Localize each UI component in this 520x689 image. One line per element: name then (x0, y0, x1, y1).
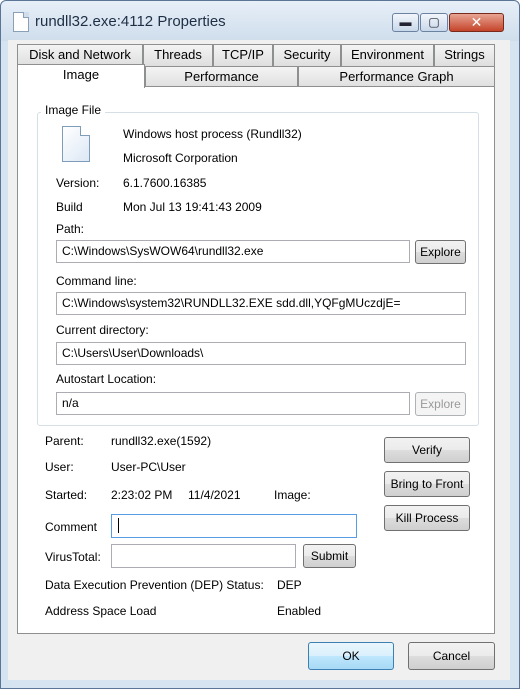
explore-path-button[interactable]: Explore (415, 240, 466, 264)
comment-input[interactable] (111, 514, 357, 538)
version-label: Version: (56, 176, 100, 190)
tab-threads[interactable]: Threads (143, 44, 213, 66)
user-value: User-PC\User (111, 460, 186, 474)
dep-status-value: DEP (277, 578, 302, 592)
tab-disk-and-network[interactable]: Disk and Network (17, 44, 143, 66)
virustotal-label: VirusTotal: (45, 550, 101, 564)
window-title: rundll32.exe:4112 Properties (35, 13, 226, 30)
file-icon (62, 126, 90, 162)
aslr-label: Address Space Load (45, 604, 157, 618)
verify-button[interactable]: Verify (384, 437, 470, 463)
image-file-group-label: Image File (41, 103, 106, 117)
bring-to-front-button[interactable]: Bring to Front (384, 471, 470, 497)
kill-process-button[interactable]: Kill Process (384, 505, 470, 531)
autostart-label: Autostart Location: (56, 372, 157, 386)
minimize-button[interactable]: ▬ (392, 13, 419, 32)
tab-security[interactable]: Security (273, 44, 341, 66)
tab-performance[interactable]: Performance (145, 66, 298, 88)
path-field[interactable]: C:\Windows\SysWOW64\rundll32.exe (56, 240, 410, 263)
cancel-button[interactable]: Cancel (408, 642, 495, 670)
parent-value: rundll32.exe(1592) (111, 434, 212, 448)
current-directory-label: Current directory: (56, 323, 149, 337)
path-label: Path: (56, 222, 85, 236)
image-type-label: Image: (274, 488, 311, 502)
tab-image[interactable]: Image (17, 64, 145, 88)
user-label: User: (45, 460, 74, 474)
submit-button[interactable]: Submit (303, 544, 356, 568)
started-label: Started: (45, 488, 88, 502)
tab-strings[interactable]: Strings (434, 44, 495, 66)
started-date: 11/4/2021 (188, 488, 241, 502)
title-bar[interactable]: rundll32.exe:4112 Properties ▬ ▢ ✕ (1, 1, 519, 41)
command-line-label: Command line: (56, 274, 137, 288)
comment-label: Comment (45, 520, 98, 534)
autostart-field[interactable]: n/a (56, 392, 410, 415)
tab-performance-graph[interactable]: Performance Graph (298, 66, 495, 88)
version-value: 6.1.7600.16385 (123, 176, 207, 190)
current-directory-field[interactable]: C:\Users\User\Downloads\ (56, 342, 466, 365)
command-line-field[interactable]: C:\Windows\system32\RUNDLL32.EXE sdd.dll… (56, 292, 466, 315)
dep-status-label: Data Execution Prevention (DEP) Status: (45, 578, 264, 592)
started-time: 2:23:02 PM (111, 488, 173, 502)
maximize-button[interactable]: ▢ (420, 13, 448, 32)
parent-label: Parent: (45, 434, 84, 448)
tab-environment[interactable]: Environment (341, 44, 434, 66)
tab-tcpip[interactable]: TCP/IP (213, 44, 273, 66)
close-button[interactable]: ✕ (449, 13, 504, 32)
file-description: Windows host process (Rundll32) (123, 127, 302, 141)
explore-autostart-button[interactable]: Explore (415, 392, 466, 416)
virustotal-field[interactable] (111, 544, 296, 568)
company-name: Microsoft Corporation (123, 151, 238, 165)
aslr-value: Enabled (277, 604, 322, 618)
ok-button[interactable]: OK (308, 642, 394, 670)
build-label: Build (56, 200, 83, 214)
text-caret (118, 518, 119, 533)
build-value: Mon Jul 13 19:41:43 2009 (123, 200, 262, 214)
document-icon (13, 12, 29, 32)
